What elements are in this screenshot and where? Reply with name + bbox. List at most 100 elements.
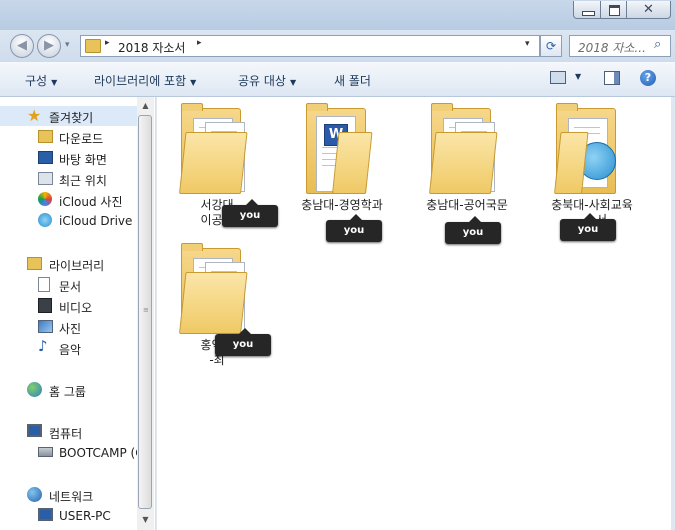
search-icon[interactable]: ⌕ bbox=[654, 37, 661, 52]
window-border bbox=[671, 97, 675, 530]
computer-icon bbox=[27, 424, 42, 437]
navigation-pane: ★ 즐겨찾기 다운로드 바탕 화면 최근 위치 iCloud 사진 iCloud… bbox=[0, 97, 155, 530]
sidebar-item-label: 사진 bbox=[59, 322, 82, 336]
library-icon bbox=[27, 257, 42, 270]
preview-pane-icon[interactable] bbox=[604, 71, 620, 85]
folder-front bbox=[332, 132, 373, 194]
sidebar-item-homegroup[interactable]: 홈 그룹 bbox=[0, 380, 137, 400]
include-in-library-menu[interactable]: 라이브러리에 포함 ▼ bbox=[94, 72, 196, 89]
star-icon: ★ bbox=[27, 106, 42, 125]
sidebar-item-label: 문서 bbox=[59, 280, 82, 294]
overlay-label: you bbox=[560, 213, 616, 241]
sidebar-item-pictures[interactable]: 사진 bbox=[0, 317, 137, 337]
folder-item[interactable]: 서강대 이공계 you bbox=[157, 102, 278, 242]
back-button[interactable]: ◀ bbox=[10, 34, 34, 58]
overlay-label: you bbox=[222, 199, 278, 227]
icloud-photos-icon bbox=[38, 192, 52, 206]
overlay-label: you bbox=[326, 214, 382, 242]
close-icon: ✕ bbox=[643, 2, 654, 17]
folder-item[interactable]: 충남대-공어국문 you bbox=[407, 102, 527, 244]
sidebar-item-label: 바탕 화면 bbox=[59, 153, 107, 167]
folder-front bbox=[179, 132, 248, 194]
organize-menu[interactable]: 구성 ▼ bbox=[25, 72, 57, 89]
sidebar-scrollbar[interactable]: ▲ ≡ ▼ bbox=[137, 97, 154, 530]
help-icon[interactable]: ? bbox=[640, 70, 656, 86]
chevron-down-icon: ▼ bbox=[289, 78, 297, 87]
chevron-down-icon: ▼ bbox=[51, 78, 58, 87]
network-icon bbox=[27, 487, 42, 502]
folder-item[interactable]: 홍익대 -최 you bbox=[157, 242, 277, 382]
drive-icon bbox=[38, 447, 53, 457]
homegroup-icon bbox=[27, 382, 42, 397]
breadcrumb-arrow-icon[interactable]: ▸ bbox=[105, 38, 110, 48]
video-icon bbox=[38, 298, 52, 313]
sidebar-item-label: 네트워크 bbox=[49, 490, 94, 504]
recent-pages-dropdown[interactable]: ▾ bbox=[65, 40, 70, 50]
sidebar-item-videos[interactable]: 비디오 bbox=[0, 296, 137, 316]
sidebar-item-icloud-photos[interactable]: iCloud 사진 bbox=[0, 190, 137, 210]
sidebar-item-label: 컴퓨터 bbox=[49, 427, 83, 441]
search-placeholder: 2018 자소... bbox=[578, 41, 646, 55]
new-folder-button[interactable]: 새 폴더 bbox=[334, 72, 371, 89]
pictures-icon bbox=[38, 320, 53, 333]
share-with-label: 공유 대상 bbox=[238, 74, 286, 88]
share-with-menu[interactable]: 공유 대상 ▼ bbox=[238, 72, 296, 89]
sidebar-item-documents[interactable]: 문서 bbox=[0, 275, 137, 295]
sidebar-item-label: 최근 위치 bbox=[59, 174, 107, 188]
scrollbar-grip-icon: ≡ bbox=[143, 306, 149, 314]
sidebar-item-label: USER-PC bbox=[59, 509, 111, 523]
chevron-down-icon: ▼ bbox=[190, 78, 197, 87]
search-input[interactable]: 2018 자소... ⌕ bbox=[569, 35, 671, 57]
sidebar-item-label: 다운로드 bbox=[59, 132, 104, 146]
breadcrumb-arrow-icon[interactable]: ▸ bbox=[197, 38, 202, 48]
sidebar-item-label: 라이브러리 bbox=[49, 259, 105, 273]
refresh-button[interactable]: ⟳ bbox=[540, 35, 562, 57]
folder-item[interactable]: 충북대-사회교육 - 소서 you bbox=[532, 102, 652, 242]
sidebar-item-desktop[interactable]: 바탕 화면 bbox=[0, 148, 137, 168]
change-view-icon[interactable] bbox=[550, 71, 566, 84]
sidebar-item-downloads[interactable]: 다운로드 bbox=[0, 127, 137, 147]
folder-front bbox=[429, 132, 498, 194]
forward-button[interactable]: ▶ bbox=[37, 34, 61, 58]
sidebar-item-label: 음악 bbox=[59, 343, 82, 357]
address-dropdown-icon[interactable]: ▾ bbox=[525, 39, 530, 49]
sidebar-item-label: iCloud 사진 bbox=[59, 195, 123, 209]
sidebar-item-favorites[interactable]: ★ 즐겨찾기 bbox=[0, 106, 137, 126]
folder-item[interactable]: W 충남대-경영학과 you bbox=[282, 102, 402, 242]
new-folder-label: 새 폴더 bbox=[334, 74, 371, 88]
sidebar-item-recent-places[interactable]: 최근 위치 bbox=[0, 169, 137, 189]
scroll-down-arrow-icon[interactable]: ▼ bbox=[137, 511, 154, 528]
download-icon bbox=[38, 130, 53, 143]
sidebar-item-label: 비디오 bbox=[59, 301, 93, 315]
folder-name: 충남대-경영학과 bbox=[301, 198, 383, 212]
music-icon: ♪ bbox=[38, 337, 48, 355]
pc-icon bbox=[38, 508, 53, 521]
folder-name: 충남대-공어국문 bbox=[426, 198, 508, 212]
overlay-label: you bbox=[445, 216, 501, 244]
include-in-library-label: 라이브러리에 포함 bbox=[94, 74, 187, 88]
sidebar-item-bootcamp[interactable]: BOOTCAMP (C bbox=[0, 443, 144, 463]
view-dropdown-icon[interactable]: ▼ bbox=[575, 72, 581, 81]
sidebar-item-music[interactable]: ♪ 음악 bbox=[0, 338, 137, 358]
scrollbar-thumb[interactable]: ≡ bbox=[138, 115, 152, 509]
maximize-button[interactable] bbox=[600, 1, 627, 19]
sidebar-item-label: 홈 그룹 bbox=[49, 385, 86, 399]
pane-divider[interactable] bbox=[155, 97, 156, 530]
icloud-drive-icon bbox=[38, 213, 52, 227]
sidebar-item-label: BOOTCAMP (C bbox=[59, 446, 144, 460]
sidebar-item-network[interactable]: 네트워크 bbox=[0, 485, 137, 505]
file-list-area[interactable]: 서강대 이공계 you W 충남대-경영학과 you 충남대-공어국문 you bbox=[157, 97, 675, 530]
command-bar: 구성 ▼ 라이브러리에 포함 ▼ 공유 대상 ▼ 새 폴더 ▼ ? bbox=[0, 62, 675, 97]
documents-icon bbox=[38, 277, 50, 292]
sidebar-item-icloud-drive[interactable]: iCloud Drive bbox=[0, 211, 137, 231]
scroll-up-arrow-icon[interactable]: ▲ bbox=[137, 97, 154, 114]
address-bar[interactable]: ▸ 2018 자소서 ▸ ▾ bbox=[80, 35, 540, 57]
recent-places-icon bbox=[38, 172, 53, 185]
minimize-button[interactable] bbox=[573, 1, 601, 19]
breadcrumb-current-folder[interactable]: 2018 자소서 bbox=[118, 39, 185, 56]
sidebar-item-label: iCloud Drive bbox=[59, 214, 133, 228]
sidebar-item-computer[interactable]: 컴퓨터 bbox=[0, 422, 137, 442]
close-button[interactable]: ✕ bbox=[626, 1, 671, 19]
sidebar-item-libraries[interactable]: 라이브러리 bbox=[0, 254, 137, 274]
sidebar-item-user-pc[interactable]: USER-PC bbox=[0, 506, 137, 526]
